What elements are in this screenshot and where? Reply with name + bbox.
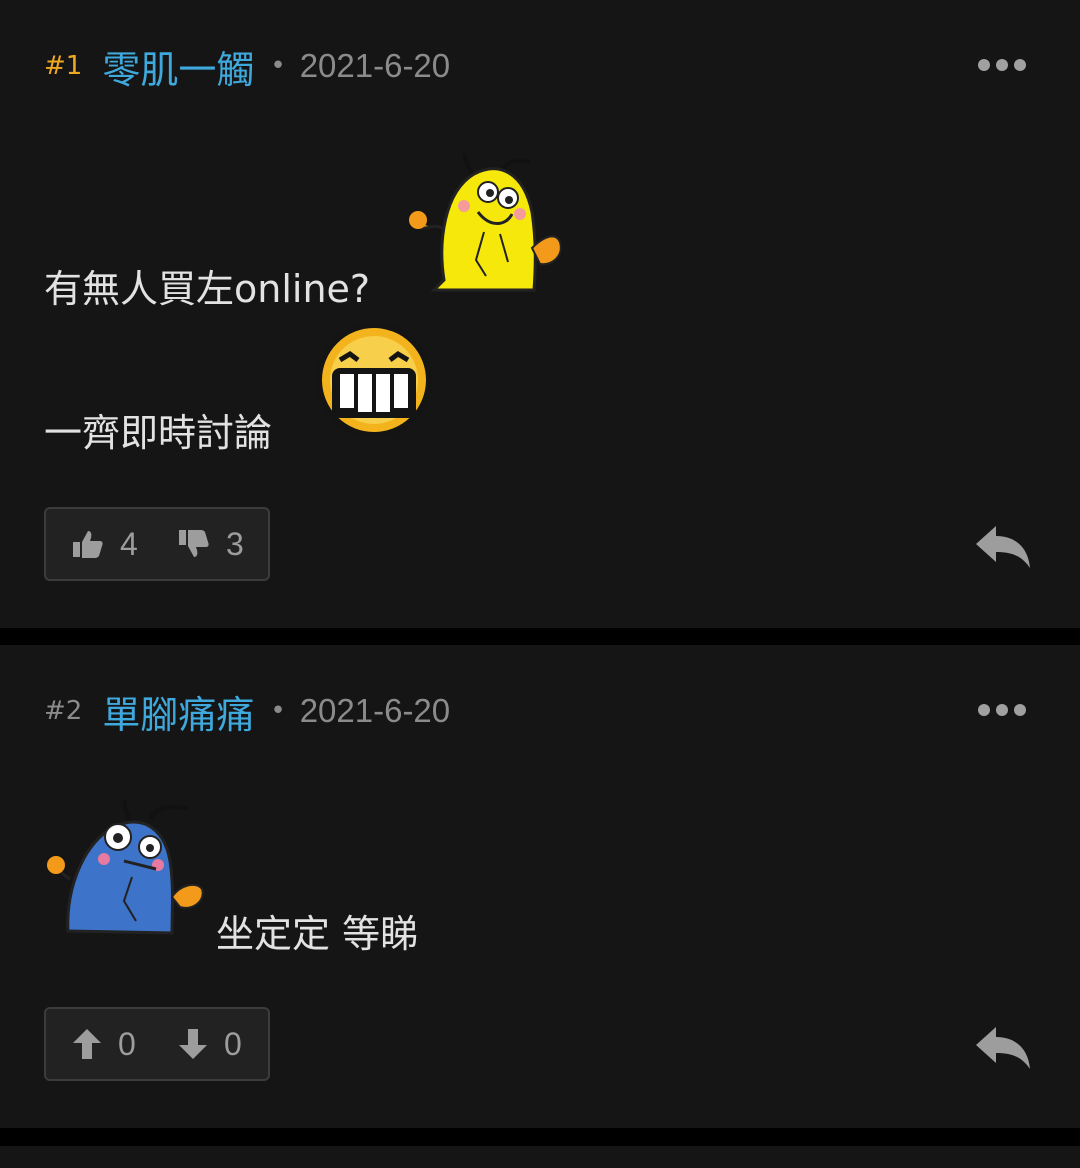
dislike-count: 3 [226,525,244,562]
downvote-button[interactable]: 0 [178,1026,242,1063]
separator-dot: • [270,696,286,726]
floor-number: #1 [44,51,83,81]
arrow-up-icon [73,1029,101,1059]
like-count: 4 [120,525,138,562]
separator-dot: • [270,51,286,81]
vote-box: 0 0 [44,1007,270,1081]
downvote-count: 0 [224,1025,242,1062]
arrow-down-icon [179,1029,207,1059]
post-1: #1 零肌一觸 • 2021-6-20 有無人買左online? 一齊即時討論 [0,0,1080,628]
upvote-count: 0 [118,1025,136,1062]
post-date: 2021-6-20 [299,692,451,729]
thumbs-down-icon [179,530,209,557]
username[interactable]: 單腳痛痛 [102,684,254,739]
grin-emoji-icon [316,322,432,438]
more-options-icon[interactable] [978,59,1026,71]
post-text-line: 一齊即時討論 [44,411,273,455]
vote-box: 4 3 [44,507,270,581]
post-header: #1 零肌一觸 • 2021-6-20 [44,40,450,92]
yellow-blob-sticker [409,152,562,292]
next-post-edge [0,1146,1080,1168]
like-button[interactable]: 4 [72,526,138,563]
dislike-button[interactable]: 3 [178,526,244,563]
blue-blob-sticker [47,799,204,935]
post-header: #2 單腳痛痛 • 2021-6-20 [44,685,450,737]
post-text-line: 有無人買左online? [44,267,371,311]
upvote-button[interactable]: 0 [72,1026,136,1063]
reply-icon[interactable] [974,522,1032,570]
reply-icon[interactable] [974,1023,1032,1071]
username[interactable]: 零肌一觸 [102,39,254,94]
post-2: #2 單腳痛痛 • 2021-6-20 坐定定 等睇 0 0 [0,645,1080,1128]
more-options-icon[interactable] [978,704,1026,716]
post-date: 2021-6-20 [299,47,451,84]
post-text-line: 坐定定 等睇 [216,912,419,956]
floor-number: #2 [44,696,83,726]
thumbs-up-icon [73,531,103,558]
